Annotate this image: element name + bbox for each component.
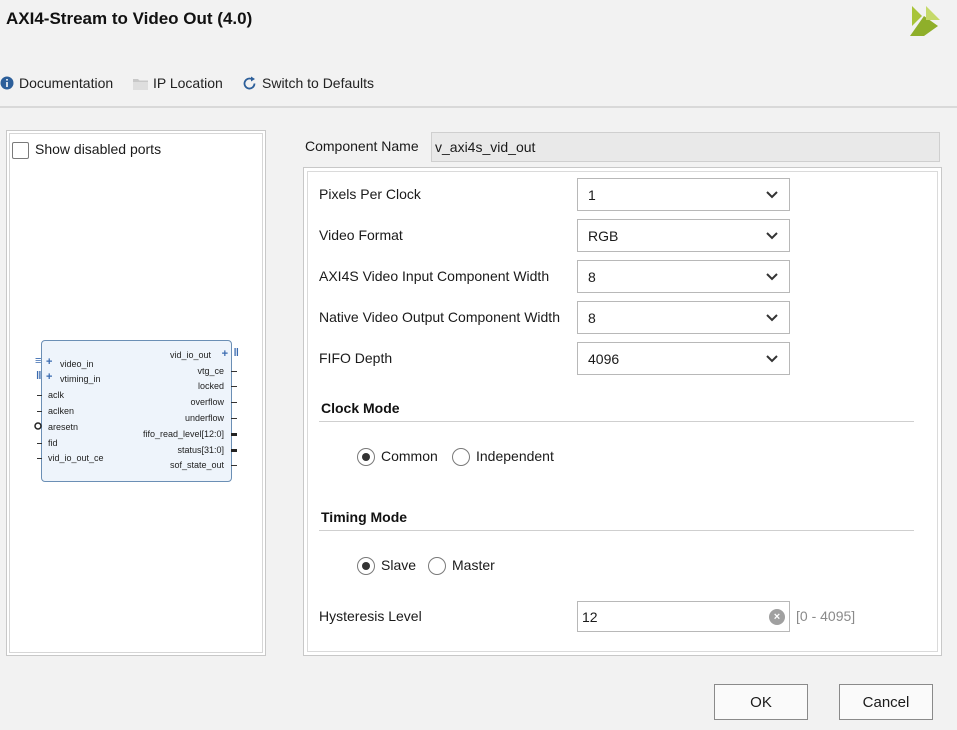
ip-location-label: IP Location bbox=[153, 75, 223, 91]
cancel-button[interactable]: Cancel bbox=[839, 684, 933, 720]
component-name-label: Component Name bbox=[305, 138, 419, 154]
video-format-dropdown[interactable]: RGB bbox=[577, 219, 790, 252]
clock-mode-title: Clock Mode bbox=[321, 400, 400, 416]
port-status: status[31:0] bbox=[177, 445, 224, 455]
pixels-per-clock-value: 1 bbox=[588, 186, 596, 203]
timing-mode-slave-label: Slave bbox=[381, 557, 417, 573]
port-video-in: video_in bbox=[60, 359, 94, 369]
port-aclken: aclken bbox=[48, 406, 75, 416]
pixels-per-clock-label: Pixels Per Clock bbox=[319, 186, 421, 202]
xilinx-logo-icon bbox=[910, 6, 940, 36]
bus-interface-icon: ≡ bbox=[35, 355, 42, 367]
timing-mode-master-label: Master bbox=[452, 557, 495, 573]
axi4s-input-width-dropdown[interactable]: 8 bbox=[577, 260, 790, 293]
clear-icon[interactable]: × bbox=[769, 609, 785, 625]
timing-mode-divider bbox=[319, 530, 914, 531]
refresh-icon bbox=[242, 76, 257, 91]
bus-interface-icon: ‖ bbox=[233, 347, 239, 359]
video-format-label: Video Format bbox=[319, 227, 403, 243]
port-fifo-read-level: fifo_read_level[12:0] bbox=[142, 429, 224, 439]
chevron-down-icon bbox=[766, 272, 778, 280]
port-underflow: underflow bbox=[184, 413, 224, 423]
expand-plus-icon[interactable]: + bbox=[46, 356, 52, 368]
switch-to-defaults-button[interactable]: Switch to Defaults bbox=[242, 73, 374, 93]
documentation-label: Documentation bbox=[19, 75, 114, 91]
component-name-field[interactable]: v_axi4s_vid_out bbox=[431, 132, 940, 162]
window-title: AXI4-Stream to Video Out (4.0) bbox=[6, 9, 253, 28]
fifo-depth-dropdown[interactable]: 4096 bbox=[577, 342, 790, 375]
port-overflow: overflow bbox=[190, 397, 224, 407]
chevron-down-icon bbox=[766, 231, 778, 239]
ok-button[interactable]: OK bbox=[714, 684, 808, 720]
native-output-width-value: 8 bbox=[588, 309, 596, 326]
ip-block-symbol: ≡ + video_in ‖ + vtiming_in aclk aclken … bbox=[34, 340, 239, 482]
clock-mode-common-label: Common bbox=[381, 448, 438, 464]
axi4s-input-width-value: 8 bbox=[588, 268, 596, 285]
timing-mode-title: Timing Mode bbox=[321, 509, 408, 525]
toolbar-divider bbox=[0, 106, 957, 108]
native-output-width-dropdown[interactable]: 8 bbox=[577, 301, 790, 334]
chevron-down-icon bbox=[766, 190, 778, 198]
show-disabled-ports-label: Show disabled ports bbox=[35, 141, 162, 157]
hysteresis-range-hint: [0 - 4095] bbox=[796, 608, 856, 624]
chevron-down-icon bbox=[766, 354, 778, 362]
port-sof-state-out: sof_state_out bbox=[169, 460, 224, 470]
expand-plus-icon[interactable]: + bbox=[222, 348, 228, 360]
switch-to-defaults-label: Switch to Defaults bbox=[262, 75, 375, 91]
port-vid-io-out: vid_io_out bbox=[169, 350, 211, 360]
hysteresis-level-label: Hysteresis Level bbox=[319, 608, 422, 624]
port-fid: fid bbox=[48, 438, 58, 448]
port-vtiming-in: vtiming_in bbox=[60, 374, 101, 384]
clock-mode-common-radio[interactable] bbox=[357, 448, 375, 466]
folder-icon bbox=[133, 77, 148, 90]
clock-mode-independent-label: Independent bbox=[476, 448, 554, 464]
hysteresis-level-input[interactable]: 12 bbox=[577, 601, 790, 632]
port-vid-io-out-ce: vid_io_out_ce bbox=[48, 453, 104, 463]
documentation-button[interactable]: Documentation bbox=[0, 73, 113, 93]
show-disabled-ports-checkbox[interactable] bbox=[12, 142, 29, 159]
fifo-depth-label: FIFO Depth bbox=[319, 350, 393, 366]
port-aresetn: aresetn bbox=[48, 422, 79, 432]
clock-mode-divider bbox=[319, 421, 914, 422]
native-output-width-label: Native Video Output Component Width bbox=[319, 309, 560, 325]
info-icon bbox=[0, 76, 14, 90]
bus-interface-icon: ‖ bbox=[36, 370, 42, 382]
fifo-depth-value: 4096 bbox=[588, 350, 620, 367]
clock-mode-independent-radio[interactable] bbox=[452, 448, 470, 466]
chevron-down-icon bbox=[766, 313, 778, 321]
video-format-value: RGB bbox=[588, 227, 619, 244]
port-vtg-ce: vtg_ce bbox=[197, 366, 224, 376]
expand-plus-icon[interactable]: + bbox=[46, 371, 52, 383]
timing-mode-slave-radio[interactable] bbox=[357, 557, 375, 575]
axi4s-input-width-label: AXI4S Video Input Component Width bbox=[319, 268, 550, 284]
port-aclk: aclk bbox=[48, 390, 65, 400]
timing-mode-master-radio[interactable] bbox=[428, 557, 446, 575]
port-locked: locked bbox=[197, 381, 224, 391]
pixels-per-clock-dropdown[interactable]: 1 bbox=[577, 178, 790, 211]
ip-location-button[interactable]: IP Location bbox=[133, 73, 223, 93]
active-low-icon bbox=[34, 422, 42, 430]
